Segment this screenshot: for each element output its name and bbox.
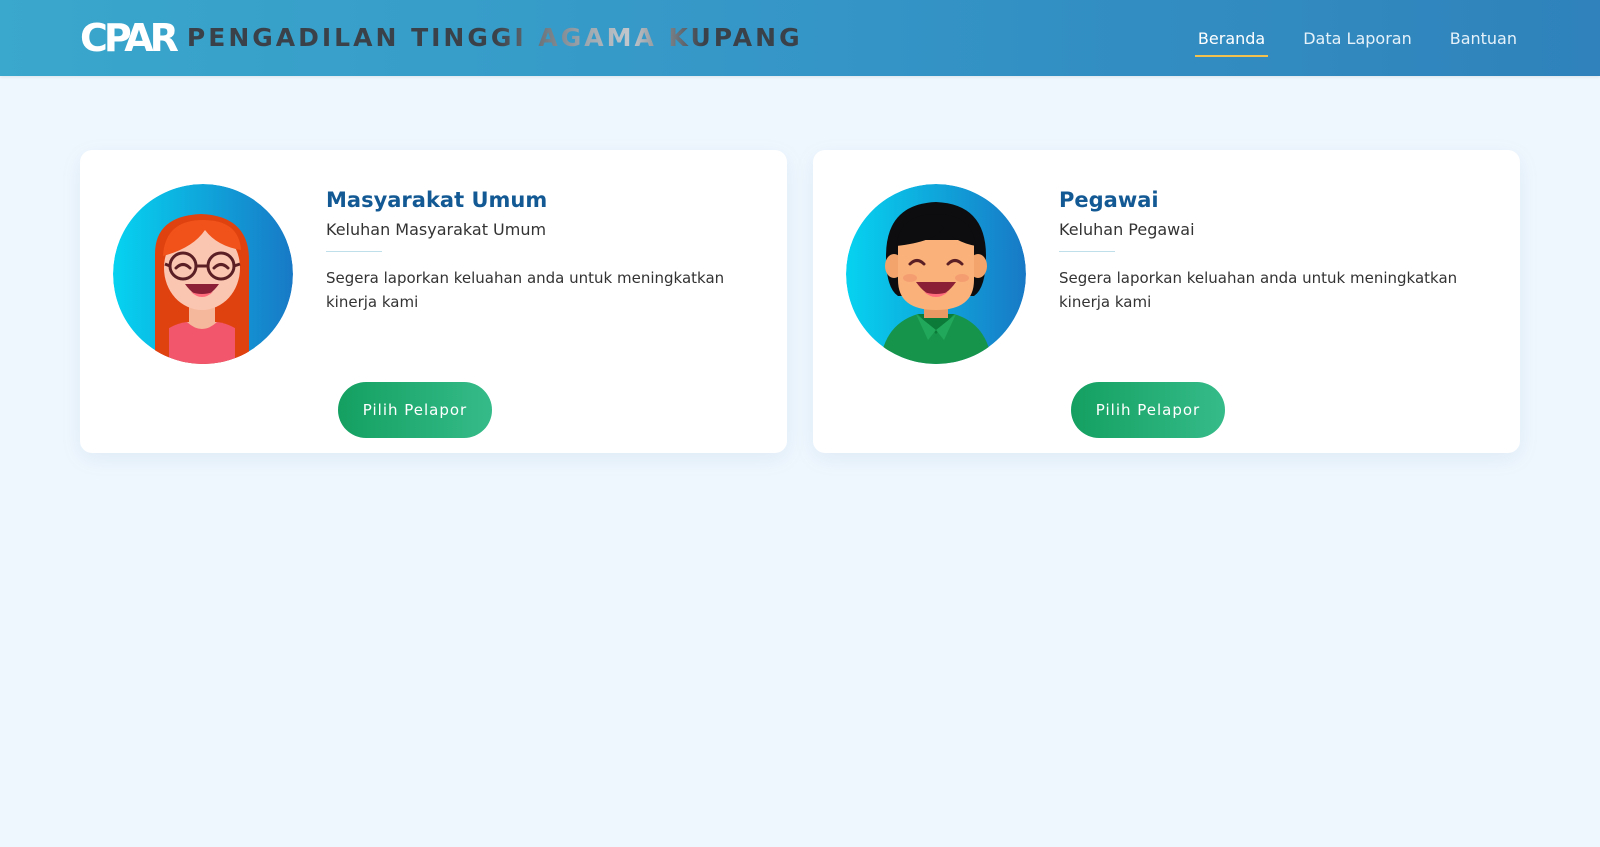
card-description: Segera laporkan keluahan anda untuk meni… (326, 269, 725, 311)
card-body: Masyarakat Umum Keluhan Masyarakat Umum … (326, 184, 757, 438)
nav-data-laporan[interactable]: Data Laporan (1300, 23, 1414, 54)
card-pegawai: Pegawai Keluhan Pegawai Segera laporkan … (813, 150, 1520, 453)
card-subtitle: Keluhan Masyarakat Umum (326, 220, 547, 239)
card-masyarakat-umum: Masyarakat Umum Keluhan Masyarakat Umum … (80, 150, 787, 453)
navbar: CPAR PENGADILAN TINGGI AGAMA KUPANG Bera… (0, 0, 1600, 76)
brand-logo[interactable]: CPAR (80, 18, 179, 58)
card-subtitle: Keluhan Pegawai (1059, 220, 1195, 239)
brand-title[interactable]: PENGADILAN TINGGI AGAMA KUPANG (187, 18, 803, 58)
nav-menu: Beranda Data Laporan Bantuan (1163, 0, 1520, 76)
nav-beranda[interactable]: Beranda (1194, 23, 1269, 57)
brand[interactable]: CPAR PENGADILAN TINGGI AGAMA KUPANG (80, 18, 803, 58)
divider (326, 251, 382, 252)
nav-bantuan[interactable]: Bantuan (1447, 23, 1520, 54)
card-title: Pegawai (1059, 188, 1159, 212)
woman-avatar-icon (113, 184, 293, 364)
card-body: Pegawai Keluhan Pegawai Segera laporkan … (1059, 184, 1490, 438)
card-title: Masyarakat Umum (326, 188, 548, 212)
card-description: Segera laporkan keluahan anda untuk meni… (1059, 269, 1458, 311)
pilih-pelapor-button[interactable]: Pilih Pelapor (338, 382, 492, 438)
divider (1059, 251, 1115, 252)
man-avatar-icon (846, 184, 1026, 364)
pilih-pelapor-button[interactable]: Pilih Pelapor (1071, 382, 1225, 438)
